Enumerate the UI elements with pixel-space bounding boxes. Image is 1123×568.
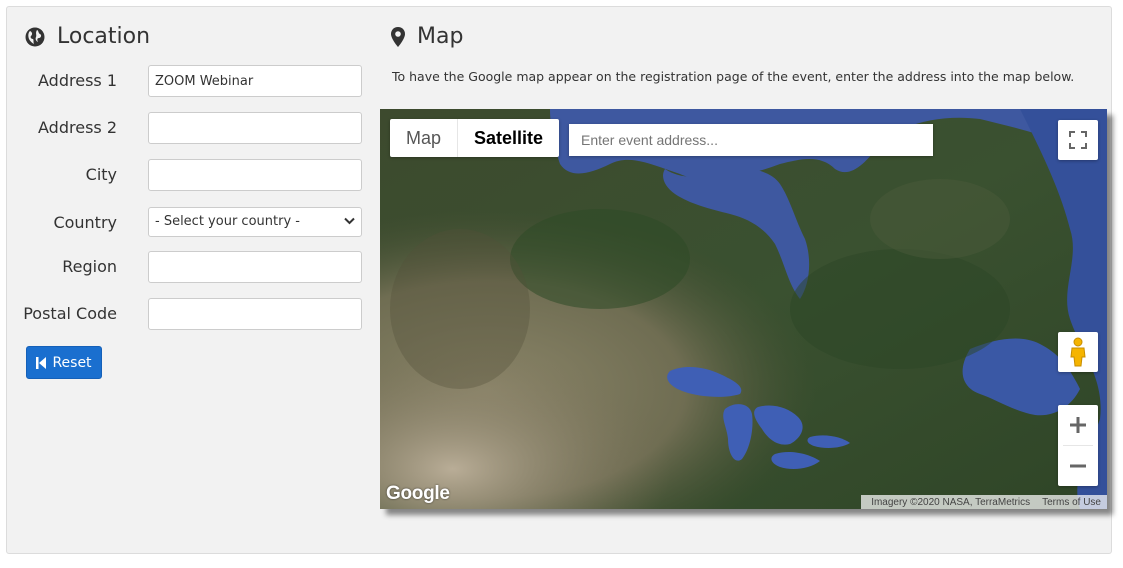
map-intro-text: To have the Google map appear on the reg… — [392, 69, 1075, 84]
region-input[interactable] — [148, 251, 362, 283]
map-type-map-button[interactable]: Map — [390, 119, 459, 157]
address1-row: Address 1 — [7, 65, 367, 97]
country-select-value: - Select your country - — [155, 214, 300, 229]
fullscreen-icon — [1069, 131, 1087, 149]
location-section-title: Location — [25, 24, 150, 49]
map-title-text: Map — [417, 24, 464, 49]
map-marker-icon — [391, 26, 405, 47]
postal-code-label: Postal Code — [23, 304, 117, 323]
postal-code-row: Postal Code — [7, 298, 367, 330]
chevron-down-icon — [344, 217, 355, 225]
terms-of-use-link[interactable]: Terms of Use — [1042, 497, 1101, 508]
globe-icon — [25, 27, 45, 46]
map-type-control: Map Satellite — [390, 119, 560, 157]
address2-row: Address 2 — [7, 112, 367, 144]
city-label: City — [85, 165, 117, 184]
street-view-button[interactable] — [1058, 332, 1098, 372]
zoom-control — [1058, 405, 1098, 486]
step-backward-icon — [36, 356, 47, 369]
map-section-title: Map — [391, 24, 463, 49]
map-attribution: Imagery ©2020 NASA, TerraMetrics Terms o… — [861, 495, 1107, 509]
reset-label: Reset — [52, 354, 92, 371]
city-input[interactable] — [148, 159, 362, 191]
country-label: Country — [53, 213, 117, 232]
minus-icon — [1070, 464, 1086, 468]
map-address-search-input[interactable]: Enter event address... — [569, 124, 933, 156]
zoom-out-button[interactable] — [1058, 446, 1098, 486]
event-location-panel: Location Address 1 Address 2 City Countr… — [6, 6, 1112, 554]
satellite-imagery — [380, 109, 1107, 509]
plus-icon — [1070, 417, 1086, 433]
country-row: Country - Select your country - — [7, 207, 367, 239]
zoom-in-button[interactable] — [1058, 405, 1098, 445]
map-type-satellite-button[interactable]: Satellite — [458, 119, 559, 157]
location-title-text: Location — [57, 24, 151, 49]
city-row: City — [7, 159, 367, 191]
country-select[interactable]: - Select your country - — [148, 207, 362, 237]
address1-label: Address 1 — [38, 71, 117, 90]
fullscreen-button[interactable] — [1058, 120, 1098, 160]
google-logo: Google — [386, 483, 450, 504]
address2-input[interactable] — [148, 112, 362, 144]
address1-input[interactable] — [148, 65, 362, 97]
pegman-icon — [1070, 337, 1086, 367]
imagery-attribution: Imagery ©2020 NASA, TerraMetrics — [871, 496, 1031, 508]
address2-label: Address 2 — [38, 118, 117, 137]
reset-button[interactable]: Reset — [26, 346, 102, 379]
region-row: Region — [7, 251, 367, 283]
postal-code-input[interactable] — [148, 298, 362, 330]
satellite-map[interactable]: Map Satellite Enter event address... Goo… — [380, 109, 1107, 509]
region-label: Region — [62, 257, 117, 276]
